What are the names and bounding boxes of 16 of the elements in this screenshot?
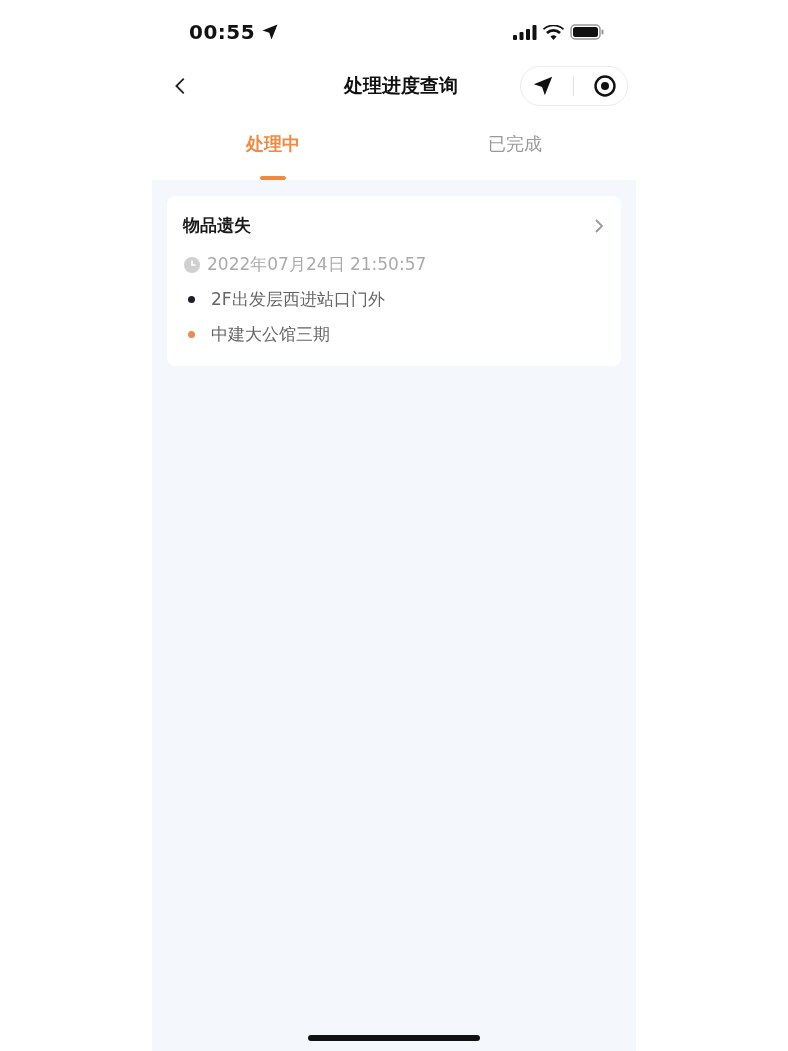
record-card[interactable]: 物品遗失 2022年07月24日 21:50:57 2F出发层西进站口门外 中建大公馆三期 [167,196,621,366]
location-text: 中建大公馆三期 [211,323,330,346]
location-arrow-icon [261,23,280,41]
card-title: 物品遗失 [183,214,251,237]
record-time: 2022年07月24日 21:50:57 [207,253,427,276]
signal-icon [513,24,537,40]
status-time: 00:55 [189,20,256,44]
wifi-icon [543,24,564,40]
page-title: 处理进度查询 [344,73,458,98]
target-icon [592,74,617,98]
location-text: 2F出发层西进站口门外 [211,288,385,311]
battery-icon [570,24,604,40]
tab[interactable]: 已完成 [394,118,636,180]
clock-icon [183,255,201,274]
chevron-right-icon [593,218,605,233]
tab[interactable]: 处理中 [152,118,394,180]
